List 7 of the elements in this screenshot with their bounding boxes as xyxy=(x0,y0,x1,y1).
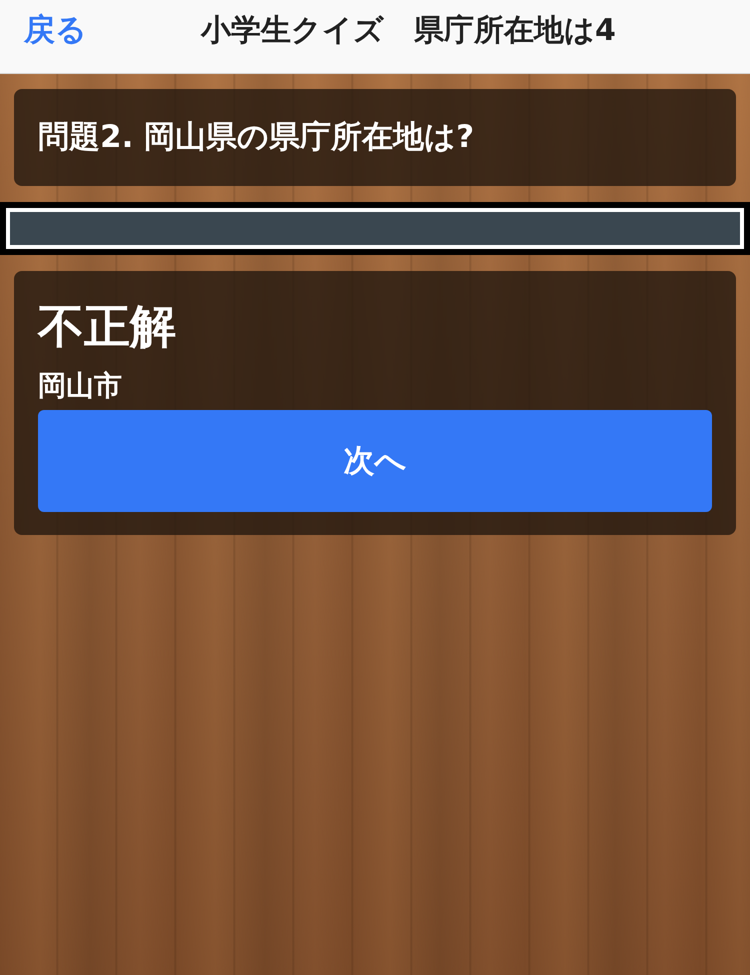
question-text: 問題2. 岡山県の県庁所在地は? xyxy=(38,118,474,156)
result-verdict: 不正解 xyxy=(38,299,177,354)
answer-field[interactable] xyxy=(0,202,750,255)
correct-answer: 岡山市 xyxy=(38,369,123,403)
next-button[interactable]: 次へ xyxy=(38,410,712,512)
screen-title: 小学生クイズ 県庁所在地は4 xyxy=(201,12,616,48)
back-link[interactable]: 戻る xyxy=(24,12,87,50)
